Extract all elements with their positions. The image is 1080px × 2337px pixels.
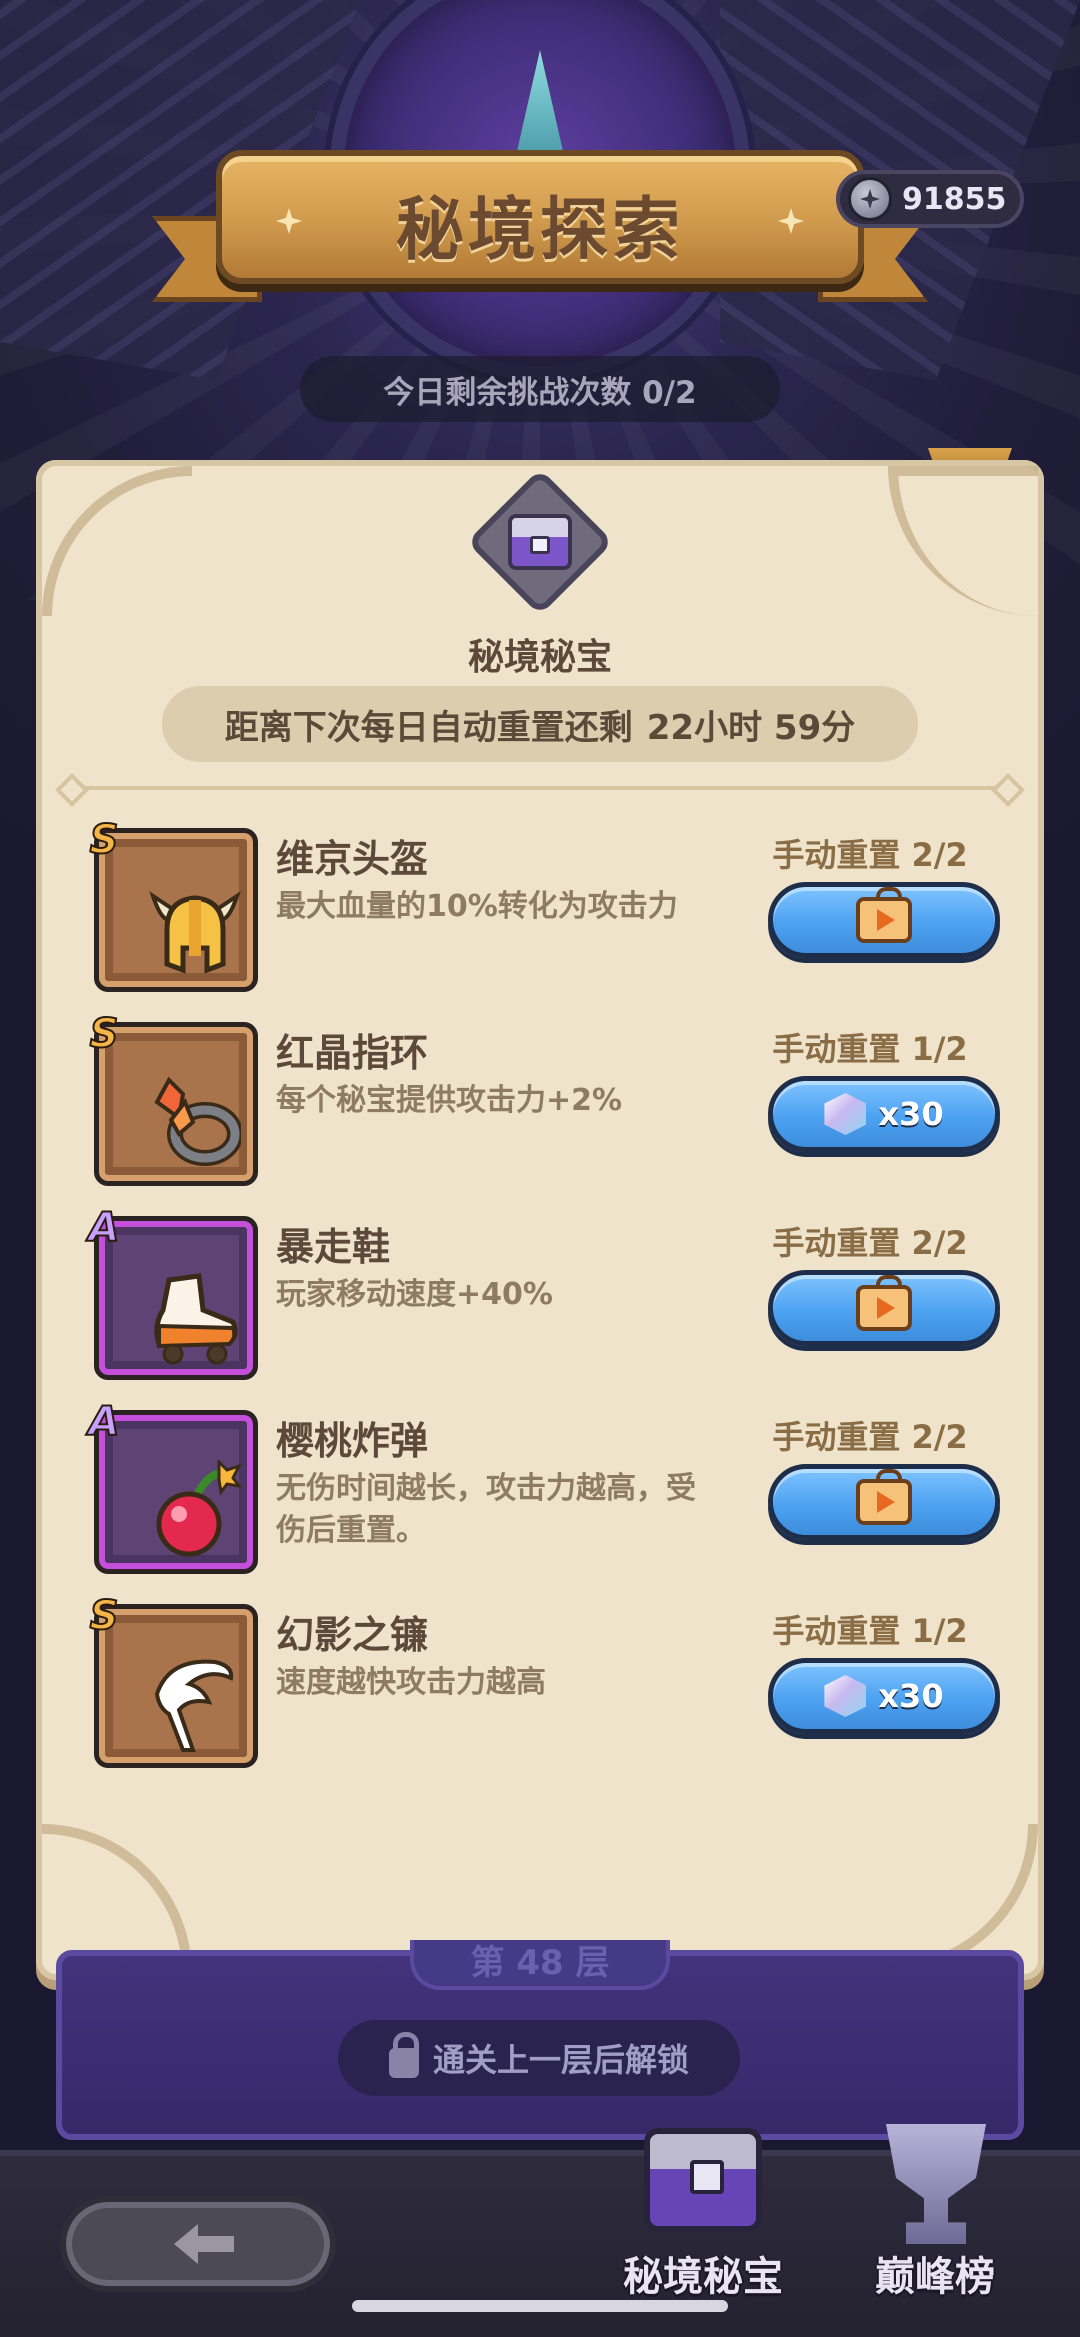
rank-badge: S [89, 1010, 120, 1058]
item-name: 维京头盔 [276, 837, 429, 881]
tv-play-icon [856, 1275, 912, 1331]
back-button[interactable] [60, 2196, 336, 2292]
treasure-item: S 幻影之镰 速度越快攻击力越高 手动重置 1/2 x30 [80, 1590, 1000, 1768]
floor-label: 第 48 层 [410, 1940, 670, 1990]
currency-value: 91855 [902, 181, 1007, 217]
tv-play-icon [856, 1469, 912, 1525]
tab-leaderboard[interactable]: 巅峰榜 [830, 2110, 1040, 2310]
gem-reset-button[interactable]: x30 [768, 1658, 1000, 1734]
chest-lock [530, 536, 550, 554]
title-banner: 秘境探索 [152, 150, 928, 302]
daily-attempts: 今日剩余挑战次数 0/2 [300, 356, 780, 422]
page-title: 秘境探索 [395, 191, 684, 270]
item-name: 红晶指环 [276, 1031, 429, 1075]
banner-ribbon: 秘境探索 [216, 150, 864, 284]
corner-ornament [42, 466, 192, 616]
unlock-text: 通关上一层后解锁 [432, 2041, 689, 2079]
item-description: 最大血量的10%转化为攻击力 [276, 889, 678, 924]
tab-secret-treasure[interactable]: 秘境秘宝 [598, 2110, 808, 2310]
manual-reset-count: 手动重置 1/2 [772, 1612, 968, 1650]
reset-cost: x30 [878, 1677, 944, 1715]
item-description: 速度越快攻击力越高 [276, 1665, 546, 1700]
treasure-item: A 樱桃炸弹 无伤时间越长，攻击力越高，受伤后重置。 手动重置 2/2 [80, 1396, 1000, 1574]
star-coin-icon [848, 177, 892, 221]
rank-badge: A [88, 1398, 121, 1446]
watch-ad-reset-button[interactable] [768, 882, 1000, 958]
gem-icon [824, 1093, 867, 1135]
viking-helmet-icon [149, 873, 241, 983]
home-indicator [352, 2300, 728, 2312]
reset-time: 22小时 59分 [646, 707, 856, 748]
currency-display[interactable]: 91855 [836, 170, 1024, 228]
watch-ad-reset-button[interactable] [768, 1464, 1000, 1540]
auto-reset-timer: 距离下次每日自动重置还剩 22小时 59分 [162, 686, 918, 762]
unlock-hint: 通关上一层后解锁 [338, 2020, 740, 2096]
gem-reset-button[interactable]: x30 [768, 1076, 1000, 1152]
manual-reset-count: 手动重置 1/2 [772, 1030, 968, 1068]
tab-label: 巅峰榜 [875, 2254, 995, 2300]
manual-reset-count: 手动重置 2/2 [772, 1418, 968, 1456]
rank-badge: S [89, 1592, 120, 1640]
corner-ornament [888, 466, 1038, 616]
treasure-chest-icon [644, 2128, 762, 2232]
item-name: 幻影之镰 [276, 1613, 429, 1657]
item-name: 暴走鞋 [276, 1225, 391, 1269]
tv-play-icon [856, 887, 912, 943]
gem-icon [824, 1675, 867, 1717]
treasure-item: S 维京头盔 最大血量的10%转化为攻击力 手动重置 2/2 [80, 814, 1000, 992]
reset-prefix: 距离下次每日自动重置还剩 [224, 707, 633, 748]
item-description: 每个秘宝提供攻击力+2% [276, 1083, 623, 1118]
manual-reset-count: 手动重置 2/2 [772, 1224, 968, 1262]
back-arrow-icon [174, 2224, 234, 2264]
item-description: 玩家移动速度+40% [276, 1277, 553, 1312]
manual-reset-count: 手动重置 2/2 [772, 836, 968, 874]
watch-ad-reset-button[interactable] [768, 1270, 1000, 1346]
item-description: 无伤时间越长，攻击力越高，受伤后重置。 [276, 1471, 696, 1548]
roller-skate-icon [149, 1261, 241, 1371]
trophy-icon [886, 2124, 986, 2244]
rank-badge: A [88, 1204, 121, 1252]
item-name: 樱桃炸弹 [276, 1419, 429, 1463]
phantom-scythe-icon [149, 1649, 241, 1759]
red-crystal-ring-icon [149, 1067, 241, 1177]
rank-badge: S [89, 816, 120, 864]
divider [66, 786, 1014, 790]
tab-label: 秘境秘宝 [623, 2254, 783, 2300]
reset-cost: x30 [878, 1095, 944, 1133]
treasure-item: S 红晶指环 每个秘宝提供攻击力+2% 手动重置 1/2 x30 [80, 1008, 1000, 1186]
lock-icon [388, 2032, 419, 2078]
cherry-bomb-icon [149, 1455, 241, 1565]
panel-title: 秘境秘宝 [467, 637, 612, 678]
treasure-item: A 暴走鞋 玩家移动速度+40% 手动重置 2/2 [80, 1202, 1000, 1380]
